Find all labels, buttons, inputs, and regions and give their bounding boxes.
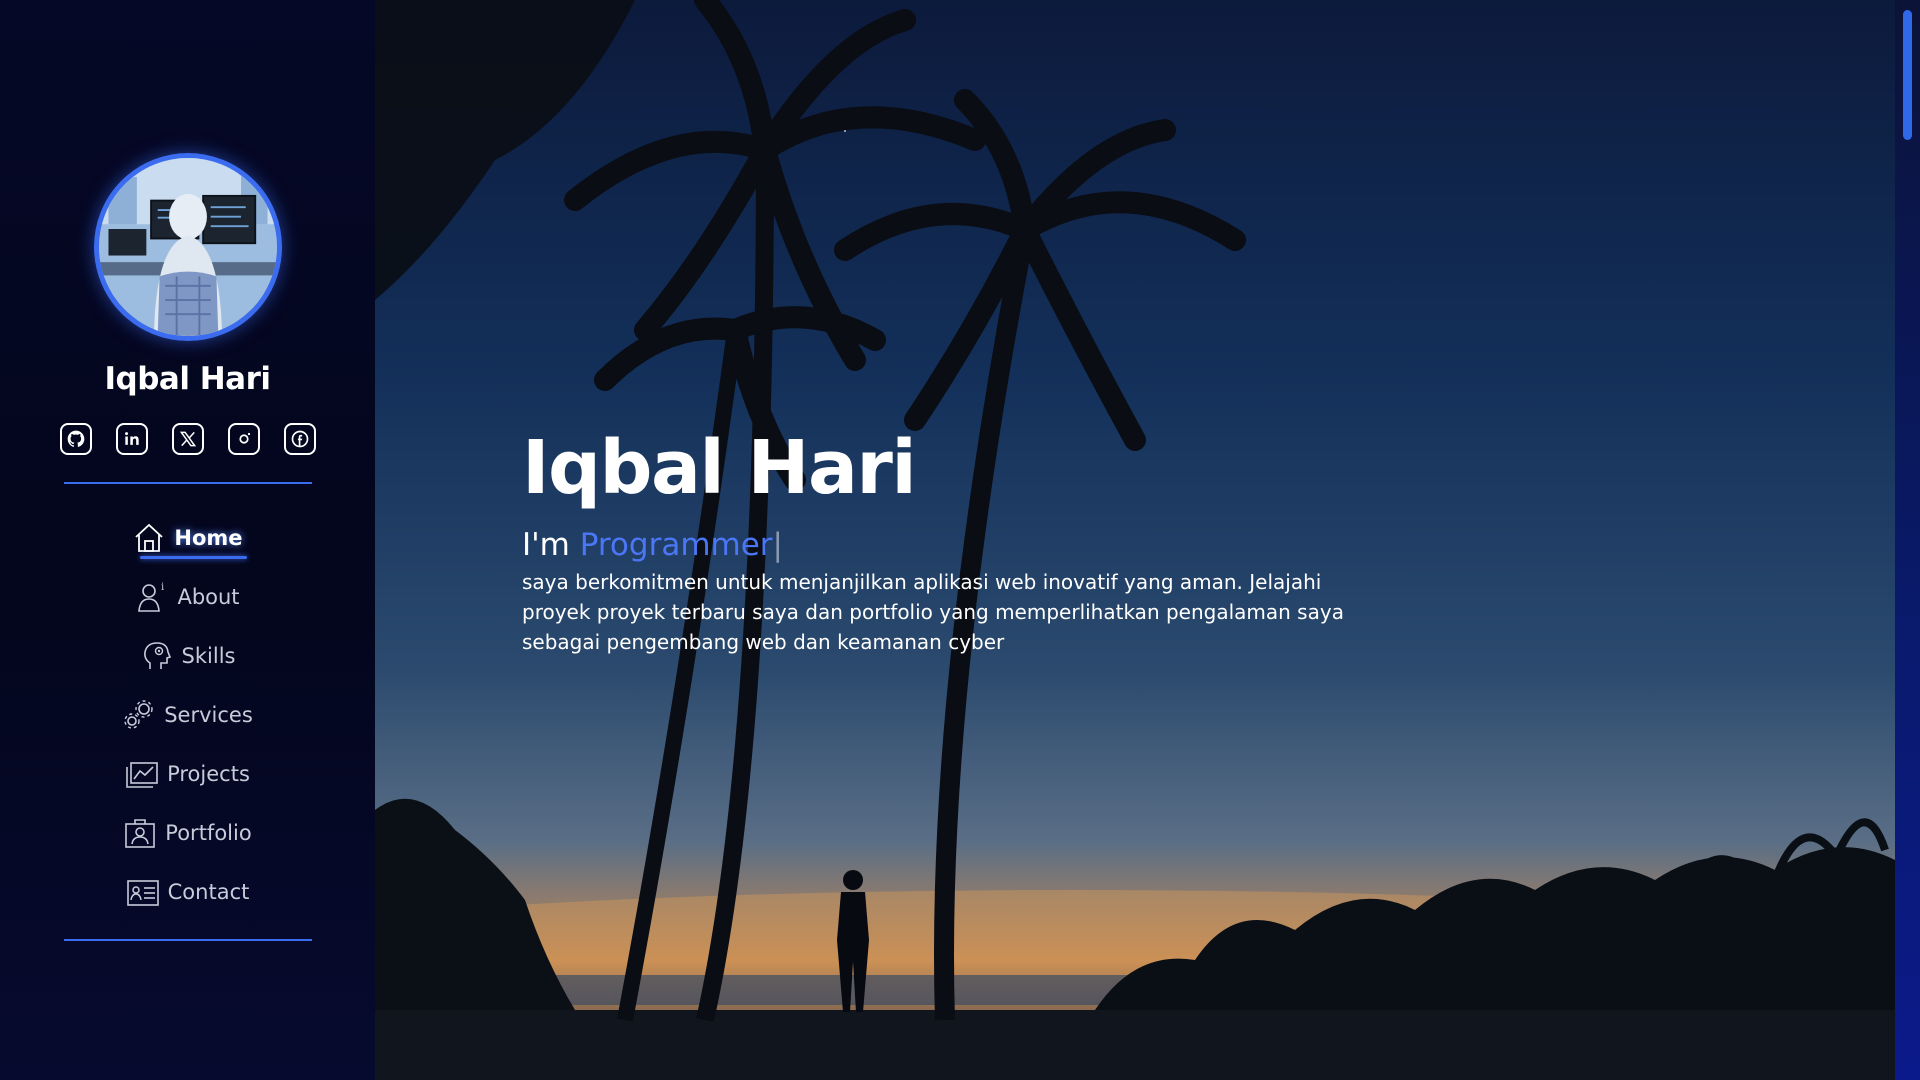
nav-item-portfolio[interactable]: Portfolio (123, 803, 252, 862)
nav-label-contact: Contact (167, 879, 250, 904)
sidebar-divider-bottom (63, 939, 312, 941)
nav-item-projects[interactable]: Projects (125, 744, 250, 803)
programmer-avatar-icon (98, 158, 277, 336)
nav-label-skills: Skills (181, 643, 236, 668)
brain-icon (143, 641, 171, 669)
hero-content: Iqbal Hari I'm Programmer| saya berkomit… (522, 425, 1372, 657)
x-twitter-icon (179, 431, 196, 447)
hero-title: Iqbal Hari (522, 425, 917, 511)
home-icon (135, 523, 164, 552)
facebook-icon (291, 430, 308, 448)
hero-description: saya berkomitmen untuk menjanjilkan apli… (522, 570, 1344, 654)
person-info-icon: i (138, 582, 165, 612)
x-twitter-link[interactable] (171, 423, 204, 455)
role-prefix: I'm (522, 527, 580, 563)
gears-icon (124, 699, 153, 729)
linkedin-link[interactable] (115, 423, 148, 455)
instagram-link[interactable] (227, 423, 260, 455)
facebook-link[interactable] (283, 423, 316, 455)
scrollbar-thumb[interactable] (1903, 10, 1912, 140)
github-link[interactable] (59, 423, 92, 455)
page-scrollbar[interactable] (1895, 0, 1920, 1080)
role-word: Programmer (579, 527, 773, 563)
chart-icon (126, 761, 158, 788)
svg-text:i: i (161, 582, 164, 593)
nav-label-services: Services (164, 702, 253, 727)
social-links (59, 423, 316, 455)
nav-label-portfolio: Portfolio (165, 820, 252, 845)
hero-section: Iqbal Hari I'm Programmer| saya berkomit… (375, 0, 1895, 1080)
profile-name: Iqbal Hari (104, 361, 271, 397)
nav-label-home: Home (174, 525, 243, 550)
contact-card-icon (126, 879, 159, 906)
nav-item-home[interactable]: Home (132, 508, 243, 567)
nav-item-services[interactable]: Services (122, 685, 253, 744)
hero-role: I'm Programmer| (522, 527, 1372, 563)
nav-label-about: About (177, 584, 240, 609)
portfolio-icon (125, 818, 156, 848)
nav-label-projects: Projects (167, 761, 250, 786)
github-icon (67, 430, 84, 447)
main-nav: Home i About Skills Services Projects Po… (122, 508, 253, 921)
sidebar: Iqbal Hari Home i About Skills Services … (0, 0, 375, 1080)
nav-item-skills[interactable]: Skills (140, 626, 236, 685)
linkedin-icon (124, 432, 139, 445)
nav-item-about[interactable]: i About (135, 567, 240, 626)
profile-avatar (93, 153, 282, 341)
sidebar-divider-top (63, 482, 312, 484)
nav-item-contact[interactable]: Contact (126, 862, 250, 921)
typing-cursor: | (772, 527, 783, 563)
instagram-icon (238, 432, 250, 444)
